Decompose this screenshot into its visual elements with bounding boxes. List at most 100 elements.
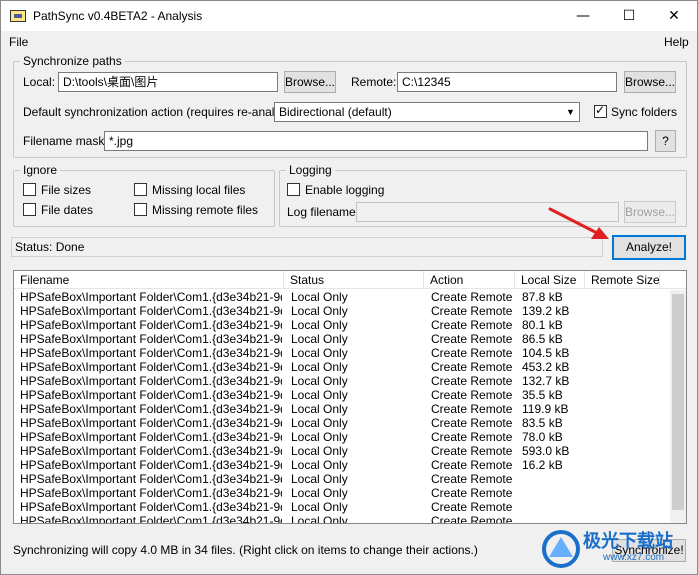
cell-status: Local Only (291, 290, 348, 304)
browse-local-button[interactable]: Browse... (284, 71, 336, 93)
column-header-action[interactable]: Action (424, 271, 515, 289)
cell-action: Create Remote (431, 374, 513, 388)
status-box: Status: Done (11, 237, 603, 257)
cell-filename: HPSafeBox\Important Folder\Com1.{d3e34b2… (20, 500, 282, 514)
default-action-select[interactable]: Bidirectional (default) ▼ (274, 102, 580, 122)
cell-filename: HPSafeBox\Important Folder\Com1.{d3e34b2… (20, 486, 282, 500)
cell-status: Local Only (291, 318, 348, 332)
cell-local-size: 119.9 kB (522, 402, 569, 416)
cell-action: Create Remote (431, 402, 513, 416)
column-header-remote-size[interactable]: Remote Size (585, 271, 660, 289)
remote-path-input[interactable]: C:\12345 (397, 72, 617, 92)
cell-remote-size (592, 318, 660, 332)
cell-local-size: 16.2 kB (522, 458, 563, 472)
cell-filename: HPSafeBox\Important Folder\Com1.{d3e34b2… (20, 290, 282, 304)
default-action-value: Bidirectional (default) (279, 105, 392, 119)
file-list-header: Filename Status Action Local Size Remote… (14, 271, 686, 289)
cell-remote-size (592, 500, 660, 514)
column-header-status[interactable]: Status (284, 271, 424, 289)
table-row[interactable]: HPSafeBox\Important Folder\Com1.{d3e34b2… (14, 430, 670, 444)
table-row[interactable]: HPSafeBox\Important Folder\Com1.{d3e34b2… (14, 374, 670, 388)
cell-remote-size (592, 486, 660, 500)
maximize-button[interactable]: ☐ (606, 1, 652, 31)
table-row[interactable]: HPSafeBox\Important Folder\Com1.{d3e34b2… (14, 416, 670, 430)
table-row[interactable]: HPSafeBox\Important Folder\Com1.{d3e34b2… (14, 332, 670, 346)
close-button[interactable]: ✕ (651, 1, 697, 31)
table-row[interactable]: HPSafeBox\Important Folder\Com1.{d3e34b2… (14, 304, 670, 318)
filename-mask-label: Filename mask: (23, 134, 108, 148)
table-row[interactable]: HPSafeBox\Important Folder\Com1.{d3e34b2… (14, 360, 670, 374)
browse-remote-button[interactable]: Browse... (624, 71, 676, 93)
filename-mask-input[interactable]: *.jpg (104, 131, 648, 151)
sync-folders-checkbox[interactable] (594, 103, 607, 118)
window-title: PathSync v0.4BETA2 - Analysis (33, 9, 203, 23)
cell-filename: HPSafeBox\Important Folder\Com1.{d3e34b2… (20, 346, 282, 360)
cell-remote-size (592, 360, 660, 374)
ignore-missing-local-checkbox[interactable] (134, 183, 147, 196)
table-row[interactable]: HPSafeBox\Important Folder\Com1.{d3e34b2… (14, 514, 670, 523)
table-row[interactable]: HPSafeBox\Important Folder\Com1.{d3e34b2… (14, 388, 670, 402)
sync-folders-label: Sync folders (611, 105, 678, 119)
red-arrow-annotation (548, 207, 609, 239)
synchronize-paths-legend: Synchronize paths (23, 54, 122, 68)
table-row[interactable]: HPSafeBox\Important Folder\Com1.{d3e34b2… (14, 486, 670, 500)
cell-action: Create Remote (431, 444, 513, 458)
table-row[interactable]: HPSafeBox\Important Folder\Com1.{d3e34b2… (14, 472, 670, 486)
cell-status: Local Only (291, 500, 348, 514)
cell-remote-size (592, 472, 660, 486)
cell-local-size: 139.2 kB (522, 304, 570, 318)
cell-remote-size (592, 332, 660, 346)
cell-remote-size (592, 304, 660, 318)
column-header-local-size[interactable]: Local Size (515, 271, 585, 289)
cell-filename: HPSafeBox\Important Folder\Com1.{d3e34b2… (20, 430, 282, 444)
cell-local-size: 83.5 kB (522, 416, 563, 430)
cell-status: Local Only (291, 304, 348, 318)
analyze-button[interactable]: Analyze! (612, 235, 686, 260)
browse-log-button[interactable]: Browse... (624, 201, 676, 223)
cell-local-size: 35.5 kB (522, 388, 563, 402)
ignore-missing-remote-checkbox[interactable] (134, 203, 147, 216)
cell-action: Create Remote (431, 458, 513, 472)
cell-action: Create Remote (431, 360, 513, 374)
ignore-legend: Ignore (23, 163, 58, 177)
table-row[interactable]: HPSafeBox\Important Folder\Com1.{d3e34b2… (14, 444, 670, 458)
cell-action: Create Remote (431, 388, 513, 402)
cell-remote-size (592, 430, 660, 444)
enable-logging-checkbox[interactable] (287, 183, 300, 196)
scrollbar-thumb[interactable] (672, 294, 684, 510)
column-header-filename[interactable]: Filename (14, 271, 284, 289)
cell-status: Local Only (291, 486, 348, 500)
title-bar: PathSync v0.4BETA2 - Analysis — ☐ ✕ (1, 1, 697, 31)
remote-label: Remote: (351, 75, 397, 89)
file-list[interactable]: Filename Status Action Local Size Remote… (13, 270, 687, 524)
menu-file[interactable]: File (9, 35, 28, 49)
table-row[interactable]: HPSafeBox\Important Folder\Com1.{d3e34b2… (14, 318, 670, 332)
cell-remote-size (592, 290, 660, 304)
default-action-label: Default synchronization action (requires… (23, 105, 301, 119)
ignore-file-sizes-checkbox[interactable] (23, 183, 36, 196)
vertical-scrollbar[interactable] (670, 290, 686, 523)
cell-remote-size (592, 346, 660, 360)
ignore-file-sizes-label: File sizes (41, 183, 92, 197)
table-row[interactable]: HPSafeBox\Important Folder\Com1.{d3e34b2… (14, 290, 670, 304)
file-list-body: HPSafeBox\Important Folder\Com1.{d3e34b2… (14, 290, 670, 523)
cell-local-size: 87.8 kB (522, 290, 563, 304)
ignore-file-dates-checkbox[interactable] (23, 203, 36, 216)
mask-help-button[interactable]: ? (655, 130, 676, 152)
table-row[interactable]: HPSafeBox\Important Folder\Com1.{d3e34b2… (14, 346, 670, 360)
app-window: PathSync v0.4BETA2 - Analysis — ☐ ✕ File… (0, 0, 698, 575)
cell-status: Local Only (291, 360, 348, 374)
cell-action: Create Remote (431, 318, 513, 332)
table-row[interactable]: HPSafeBox\Important Folder\Com1.{d3e34b2… (14, 458, 670, 472)
local-path-input[interactable]: D:\tools\桌面\图片 (58, 72, 278, 92)
logging-legend: Logging (289, 163, 332, 177)
cell-remote-size (592, 444, 660, 458)
ignore-file-dates-label: File dates (41, 203, 94, 217)
menu-help[interactable]: Help (664, 35, 689, 49)
table-row[interactable]: HPSafeBox\Important Folder\Com1.{d3e34b2… (14, 402, 670, 416)
cell-status: Local Only (291, 444, 348, 458)
cell-remote-size (592, 514, 660, 523)
cell-action: Create Remote (431, 304, 513, 318)
table-row[interactable]: HPSafeBox\Important Folder\Com1.{d3e34b2… (14, 500, 670, 514)
minimize-button[interactable]: — (560, 1, 606, 31)
